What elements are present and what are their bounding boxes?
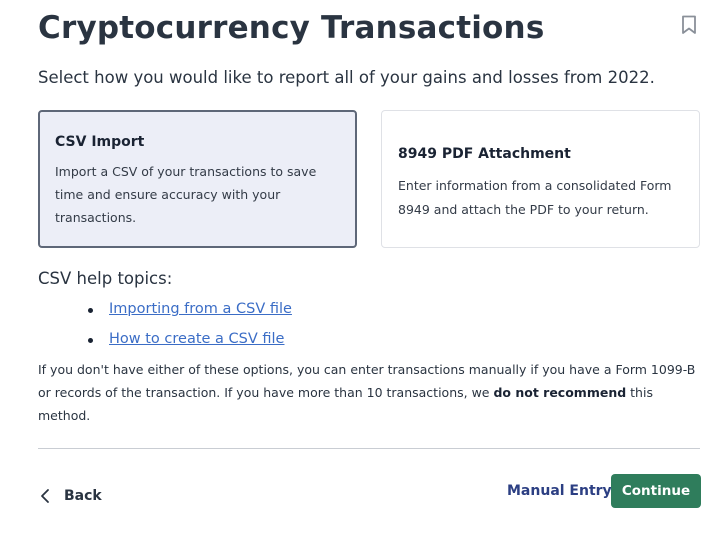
page-title: Cryptocurrency Transactions <box>38 10 545 46</box>
info-emphasis: do not recommend <box>493 385 627 400</box>
help-topics-heading: CSV help topics: <box>38 269 173 288</box>
option-card-8949-pdf[interactable]: 8949 PDF Attachment Enter information fr… <box>381 110 700 248</box>
bullet <box>88 308 93 313</box>
help-link-create-csv[interactable]: How to create a CSV file <box>109 331 284 347</box>
option-card-title: 8949 PDF Attachment <box>398 146 571 162</box>
option-card-description: Import a CSV of your transactions to sav… <box>55 164 317 225</box>
option-card-description: Enter information from a consolidated Fo… <box>398 178 672 217</box>
divider <box>38 448 700 449</box>
chevron-left-icon <box>41 489 49 503</box>
help-link-importing-csv[interactable]: Importing from a CSV file <box>109 301 292 317</box>
manual-entry-button[interactable]: Manual Entry <box>507 483 612 499</box>
back-button[interactable]: Back <box>38 485 102 507</box>
page-subtitle: Select how you would like to report all … <box>38 68 655 87</box>
back-label: Back <box>64 488 102 504</box>
bullet <box>88 338 93 343</box>
option-card-csv-import[interactable]: CSV Import Import a CSV of your transact… <box>38 110 357 248</box>
option-card-title: CSV Import <box>55 134 145 150</box>
manual-entry-info: If you don't have either of these option… <box>38 358 698 427</box>
continue-button[interactable]: Continue <box>611 474 701 508</box>
bookmark-icon[interactable] <box>680 15 698 35</box>
